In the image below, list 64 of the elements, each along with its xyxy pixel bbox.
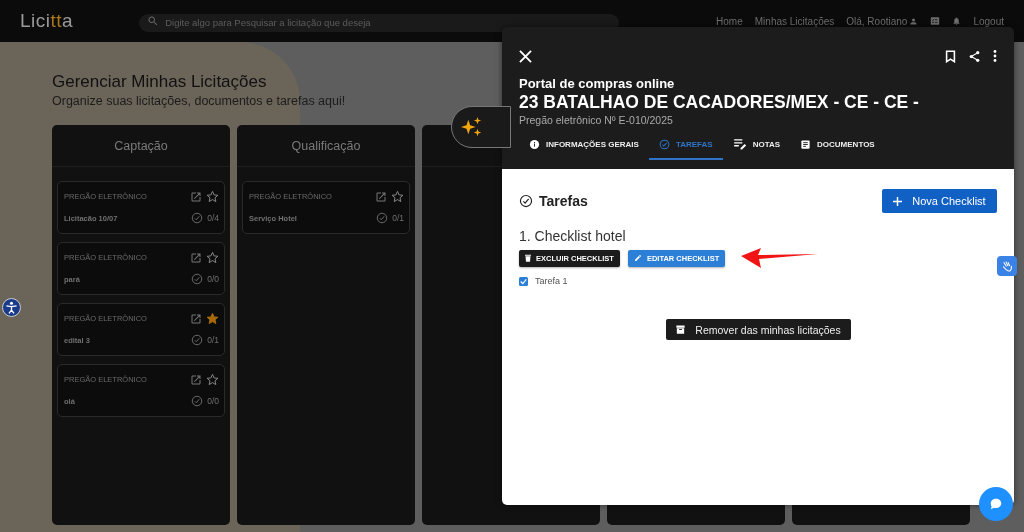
task-count: 0/0 xyxy=(207,396,219,406)
page-title: Gerenciar Minhas Licitações xyxy=(52,72,267,92)
logo[interactable]: Licitta xyxy=(20,10,74,32)
remove-button[interactable]: Remover das minhas licitações xyxy=(665,319,851,340)
edit-notes-icon xyxy=(732,138,747,150)
bid-number: Pregão eletrônico Nº E-010/2025 xyxy=(519,114,674,126)
share-icon[interactable] xyxy=(968,49,981,63)
star-icon[interactable] xyxy=(206,190,219,203)
check-circle-icon xyxy=(191,212,204,224)
open-link-icon[interactable] xyxy=(375,190,387,203)
check-circle-icon xyxy=(376,212,389,224)
star-icon[interactable] xyxy=(206,312,219,325)
task-label: Tarefa 1 xyxy=(535,276,568,286)
pencil-icon xyxy=(633,254,642,262)
check-circle-icon xyxy=(191,395,204,407)
bell-icon[interactable] xyxy=(952,16,962,26)
document-icon xyxy=(800,138,812,150)
check-circle-icon xyxy=(658,138,670,150)
check-circle-icon xyxy=(519,194,533,208)
check-circle-icon xyxy=(191,334,204,346)
user-link[interactable]: Olá, Rootiano xyxy=(846,15,908,27)
plus-icon xyxy=(893,196,903,206)
section-title: Tarefas xyxy=(539,193,588,209)
open-link-icon[interactable] xyxy=(190,373,202,386)
logout-link[interactable]: Logout xyxy=(973,15,1004,27)
close-icon[interactable] xyxy=(519,49,532,63)
open-link-icon[interactable] xyxy=(190,251,202,264)
star-icon[interactable] xyxy=(206,251,219,264)
archive-icon xyxy=(675,324,687,335)
tab[interactable]: TAREFAS xyxy=(648,131,723,160)
info-icon xyxy=(529,138,540,150)
checkbox[interactable] xyxy=(519,276,528,286)
nav-link[interactable]: Minhas Licitações xyxy=(754,15,835,27)
nav-link[interactable]: Home xyxy=(716,15,743,27)
column-title: Captação xyxy=(114,138,168,153)
bid-title: 23 BATALHAO DE CACADORES/MEX - CE - CE - xyxy=(519,92,920,113)
trash-icon xyxy=(525,254,531,262)
open-link-icon[interactable] xyxy=(190,312,202,325)
tab[interactable]: DOCUMENTOS xyxy=(790,131,885,160)
checklist-title: 1. Checklist hotel xyxy=(519,228,627,244)
portal-name: Portal de compras online xyxy=(519,76,676,91)
star-icon[interactable] xyxy=(206,373,219,386)
task-count: 0/0 xyxy=(207,274,219,284)
star-icon[interactable] xyxy=(391,190,404,203)
sparkles-icon xyxy=(461,116,483,138)
page-subtitle: Organize suas licitações, documentos e tarefas aqui! xyxy=(52,94,346,108)
checklist-icon[interactable] xyxy=(930,16,941,26)
chat-button[interactable] xyxy=(979,487,1013,521)
more-options-icon[interactable] xyxy=(993,50,997,62)
hands-icon xyxy=(1000,259,1014,273)
person-icon xyxy=(909,16,919,26)
sign-language-button[interactable] xyxy=(997,256,1017,276)
bookmark-icon[interactable] xyxy=(945,49,956,63)
check-circle-icon xyxy=(191,273,204,285)
task-count: 0/1 xyxy=(392,213,404,223)
open-link-icon[interactable] xyxy=(190,190,202,203)
task-count: 0/1 xyxy=(207,335,219,345)
ai-assistant-button[interactable] xyxy=(451,106,511,148)
tab[interactable]: INFORMAÇÕES GERAIS xyxy=(519,131,649,160)
task-count: 0/4 xyxy=(207,213,219,223)
column-title: Qualificação xyxy=(291,138,361,153)
new-checklist-button[interactable]: Nova Checklist xyxy=(882,189,997,213)
tab[interactable]: NOTAS xyxy=(722,131,791,160)
chat-bubble-icon xyxy=(989,497,1003,511)
